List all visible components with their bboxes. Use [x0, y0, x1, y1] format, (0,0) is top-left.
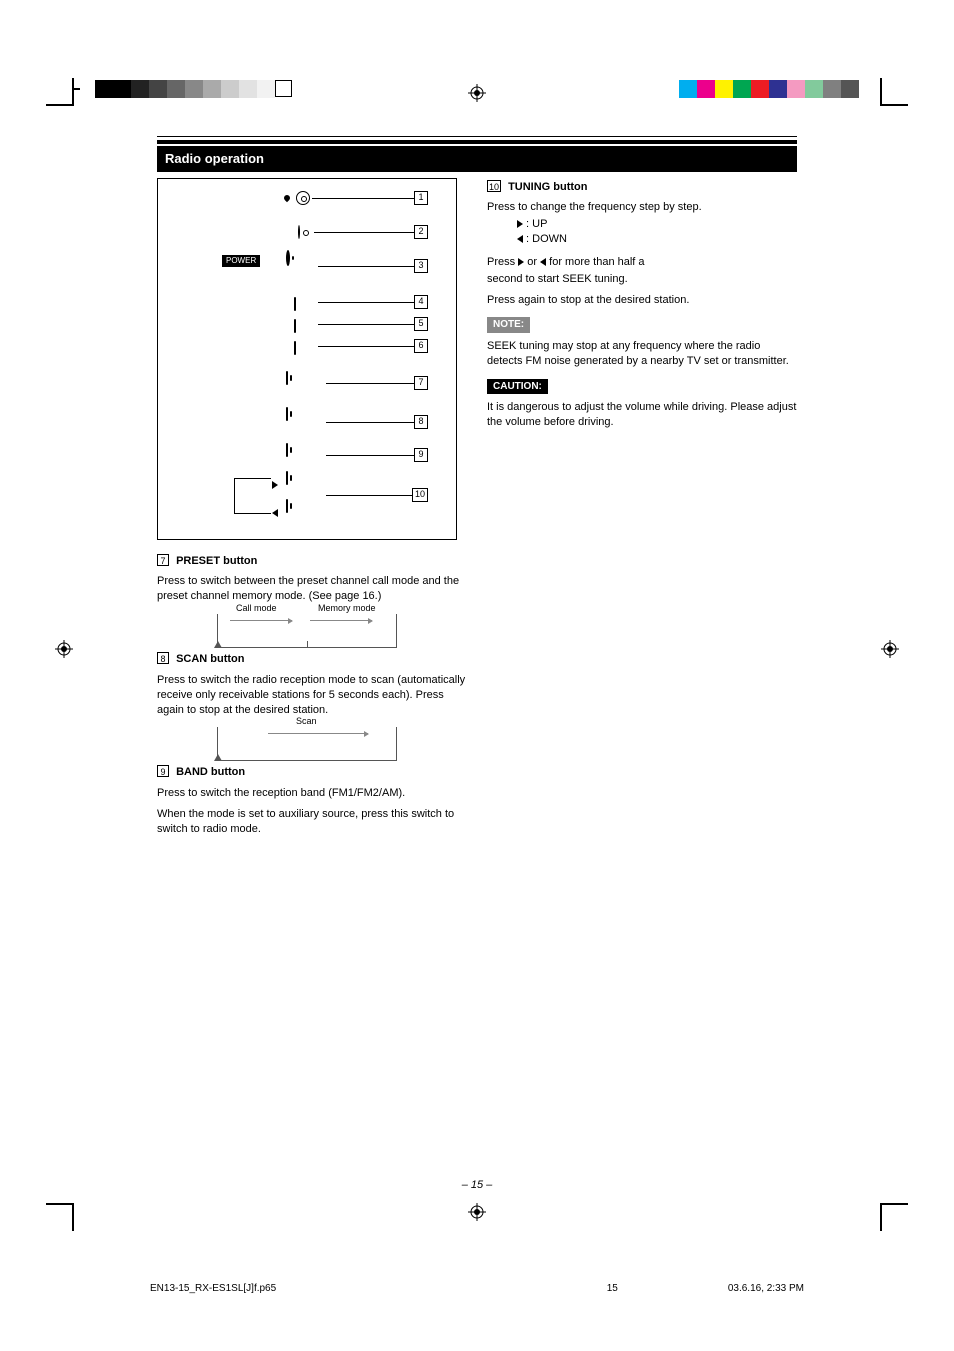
- item-7-body: Press to switch between the preset chann…: [157, 574, 469, 604]
- rule-line-bold: [157, 140, 797, 144]
- note-body: SEEK tuning may stop at any frequency wh…: [487, 339, 797, 369]
- item-8-body: Press to switch the radio reception mode…: [157, 673, 469, 718]
- callout-3: 3: [414, 259, 428, 273]
- page-number: – 15 –: [462, 1178, 493, 1193]
- item-8-heading: 8 SCAN button: [157, 652, 469, 667]
- tuning-down-button-icon: [286, 499, 288, 513]
- preset-mode-diagram: Call mode Memory mode: [217, 614, 397, 648]
- scan-button-icon: [286, 407, 288, 421]
- callout-10: 10: [412, 488, 428, 502]
- color-registration-bar: [679, 80, 859, 98]
- small-knob-1: [296, 191, 310, 205]
- crop-mark-top-right: [880, 78, 908, 106]
- grayscale-registration-bar: [95, 80, 292, 98]
- rule-line: [157, 136, 797, 137]
- tuning-down-arrow-icon: [272, 506, 278, 521]
- item-10-up-line: : UP: [487, 217, 797, 232]
- callout-6: 6: [414, 339, 428, 353]
- power-label: POWER: [222, 255, 260, 268]
- crop-mark-bottom-left: [46, 1203, 74, 1231]
- register-mark-top-icon: [468, 84, 486, 102]
- callout-5: 5: [414, 317, 428, 331]
- callout-2: 2: [414, 225, 428, 239]
- tuning-up-button-icon: [286, 471, 288, 485]
- item-9-heading: 9 BAND button: [157, 765, 469, 780]
- callout-4: 4: [414, 295, 428, 309]
- pill-button-1: [294, 297, 296, 311]
- callout-1: 1: [414, 191, 428, 205]
- caution-body: It is dangerous to adjust the volume whi…: [487, 400, 797, 430]
- register-mark-left-icon: [55, 640, 73, 658]
- item-10-body-b2: second to start SEEK tuning.: [487, 272, 797, 287]
- indicator-icon: [283, 193, 291, 201]
- item-10-body-a: Press to change the frequency step by st…: [487, 200, 797, 215]
- callout-8: 8: [414, 415, 428, 429]
- small-knob-2: [298, 225, 300, 239]
- register-mark-bottom-icon: [468, 1203, 486, 1221]
- crop-mark-bottom-right: [880, 1203, 908, 1231]
- pill-button-2: [294, 319, 296, 333]
- item-9-body: Press to switch the reception band (FM1/…: [157, 786, 469, 801]
- pill-button-3: [294, 341, 296, 355]
- item-10-body-b3: Press again to stop at the desired stati…: [487, 293, 797, 308]
- preset-button-icon: [286, 371, 288, 385]
- band-button-icon: [286, 443, 288, 457]
- item-9-note: When the mode is set to auxiliary source…: [157, 807, 469, 837]
- note-label: NOTE:: [487, 317, 530, 333]
- volume-knob: [286, 250, 290, 266]
- tuning-bracket: [234, 478, 244, 514]
- register-mark-right-icon: [881, 640, 899, 658]
- item-10-down-line: : DOWN: [487, 232, 797, 247]
- item-10-heading: 10 TUNING button: [487, 180, 797, 195]
- page-title: Radio operation: [157, 146, 797, 172]
- callout-9: 9: [414, 448, 428, 462]
- radio-panel-diagram: 1 2 POWER 3 4: [157, 178, 457, 540]
- scan-mode-diagram: Scan: [217, 727, 397, 761]
- caution-label: CAUTION:: [487, 379, 548, 395]
- crop-mark-top-left: [46, 78, 74, 106]
- tuning-up-arrow-icon: [272, 478, 278, 493]
- callout-7: 7: [414, 376, 428, 390]
- footer-filename: EN13-15_RX-ES1SL[J]f.p65: [150, 1282, 276, 1296]
- footer-timestamp: 1503.6.16, 2:33 PM: [607, 1282, 804, 1296]
- item-10-body-b: Press or for more than half a: [487, 255, 797, 270]
- item-7-heading: 7 PRESET button: [157, 554, 469, 569]
